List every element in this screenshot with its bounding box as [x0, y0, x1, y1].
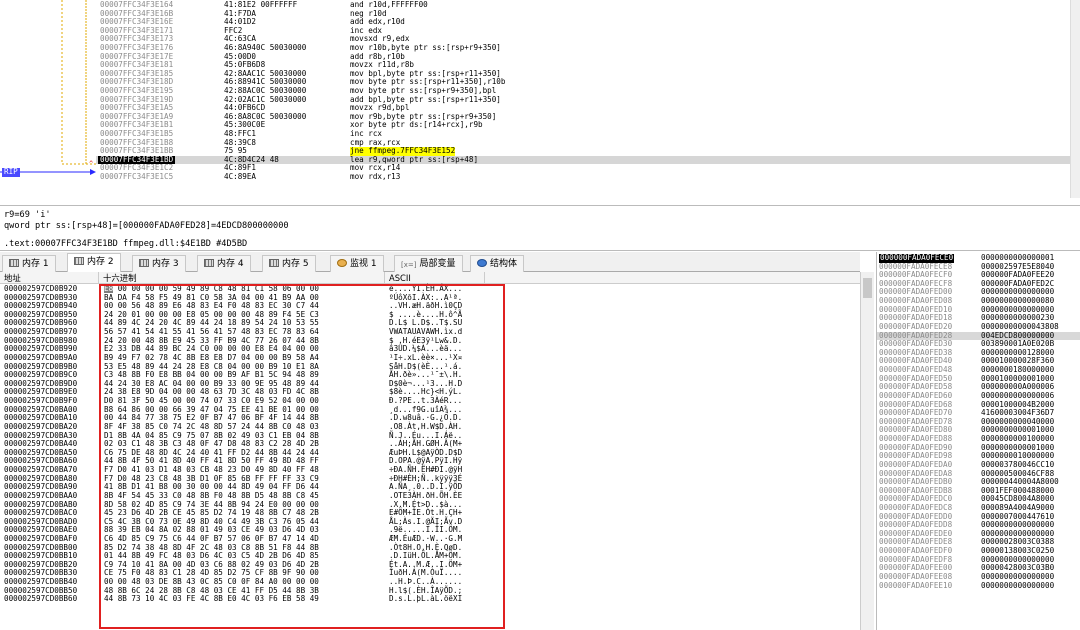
tab-7[interactable]: [x=] 局部变量 [394, 255, 463, 272]
tab-label: 内存 5 [282, 259, 309, 269]
memory-icon [9, 259, 19, 267]
dump-row[interactable]: 000002597CD0BB60 44 8B 73 10 4C 03 FE 4C … [0, 595, 860, 604]
dump-tab-bar: 内存 1 内存 2 内存 3 内存 4 内存 5 监视 1 [x=] 局部变量 结构体 [0, 252, 860, 272]
locals-icon: [x=] [401, 261, 417, 269]
memory-dump-view[interactable]: 地址 十六进制 ASCII 000002597CD0B920 E8 00 00 0… [0, 272, 860, 630]
dump-header: 地址 十六进制 ASCII [0, 272, 860, 284]
memory-icon [139, 259, 149, 267]
dump-col-hex[interactable]: 十六进制 [99, 272, 385, 284]
tab-4[interactable]: 内存 4 [197, 255, 251, 272]
tab-label: 内存 3 [152, 259, 179, 269]
rip-indicator: RIP [2, 167, 20, 177]
tab-8[interactable]: 结构体 [470, 255, 525, 272]
info-memory-value: qword ptr ss:[rsp+48]=[000000FADA0FED28]… [4, 221, 289, 231]
watch-icon [337, 259, 347, 267]
info-location: .text:00007FFC34F3E1BD ffmpeg.dll:$4E1BD… [4, 239, 248, 249]
stack-view[interactable]: 000000FADA0FECE0 0000000000000001 000000FA… [876, 252, 1080, 630]
dump-scrollbar[interactable] [860, 272, 874, 630]
info-register-value: r9=69 'i' [4, 210, 51, 220]
info-pane: r9=69 'i' qword ptr ss:[rsp+48]=[000000F… [0, 205, 1080, 251]
struct-icon [477, 259, 487, 267]
scrollbar-thumb[interactable] [863, 278, 872, 298]
disasm-address[interactable]: 00007FFC34F3E1C5 [100, 172, 173, 182]
memory-icon [204, 259, 214, 267]
disasm-instruction[interactable]: mov rdx,r13 [350, 172, 400, 182]
tab-label: 内存 1 [22, 259, 49, 269]
dump-hex[interactable]: 44 8B 73 10 4C 03 FE 4C 8B E0 4C 03 F6 E… [104, 595, 319, 604]
memory-icon [269, 259, 279, 267]
dump-address[interactable]: 000002597CD0BB60 [4, 595, 77, 604]
disassembly-scrollbar[interactable] [1070, 0, 1080, 198]
tab-label: 内存 2 [87, 257, 114, 267]
tab-label: 局部变量 [419, 259, 456, 269]
tab-label: 结构体 [490, 259, 518, 269]
dump-selected-byte[interactable]: E8 [104, 284, 114, 293]
dump-col-address[interactable]: 地址 [0, 272, 99, 284]
tab-3[interactable]: 内存 3 [132, 255, 186, 272]
disasm-row[interactable]: 00007FFC34F3E1C5 4C:89EA mov rdx,r13 [96, 172, 1080, 182]
tab-5[interactable]: 内存 5 [262, 255, 316, 272]
memory-icon [74, 257, 84, 265]
dump-ascii[interactable]: D.s.L.þL.àL.öëXI [389, 595, 462, 604]
stack-value[interactable]: 0000000000000000 [981, 581, 1054, 591]
svg-text:^: ^ [89, 160, 93, 168]
disasm-bytes: 4C:89EA [224, 172, 257, 181]
tab-6[interactable]: 监视 1 [330, 255, 384, 272]
stack-row[interactable]: 000000FADA0FEE10 0000000000000000 [877, 581, 1080, 591]
tab-2[interactable]: 内存 2 [67, 253, 121, 272]
dump-col-ascii[interactable]: ASCII [385, 272, 485, 284]
disasm-row[interactable]: 00007FFC34F3E16E 44:01D2 add edx,r10d [96, 18, 1080, 27]
stack-address[interactable]: 000000FADA0FEE10 [879, 581, 952, 591]
tab-1[interactable]: 内存 1 [2, 255, 56, 272]
tab-label: 监视 1 [350, 259, 377, 269]
disassembly-view[interactable]: ^ RIP 00007FFC34F3E164 41:81E2 00FFFFFF an… [0, 0, 1080, 198]
branch-gutter: ^ RIP [0, 0, 96, 198]
tab-label: 内存 4 [217, 259, 244, 269]
